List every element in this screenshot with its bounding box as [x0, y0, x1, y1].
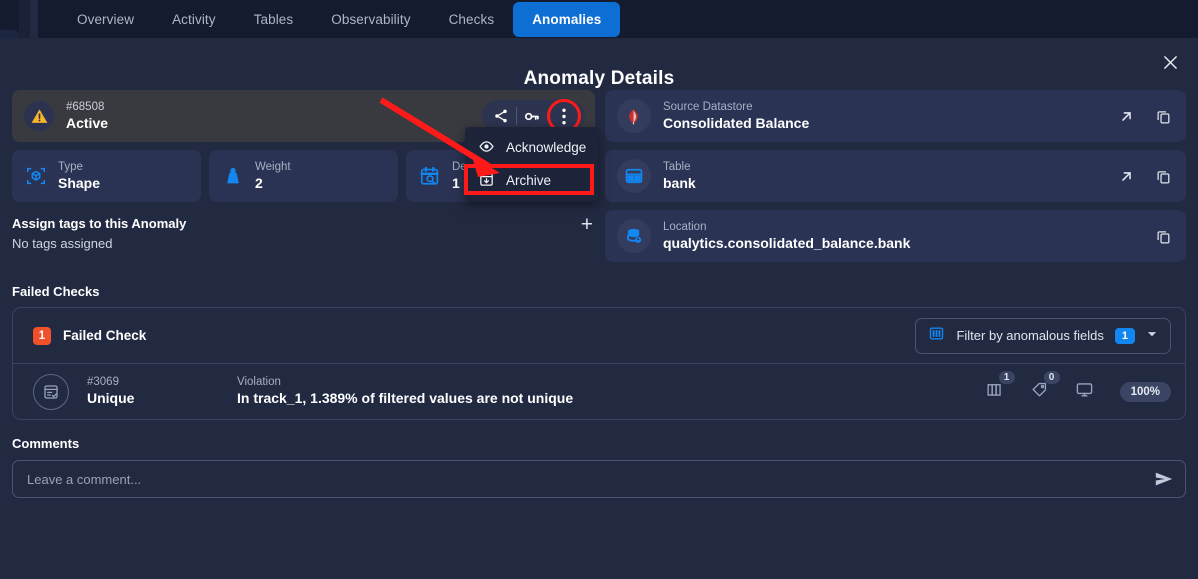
columns-icon [985, 380, 1004, 404]
close-icon[interactable] [1158, 50, 1182, 74]
copy-icon[interactable] [1155, 108, 1172, 125]
menu-item-acknowledge[interactable]: Acknowledge [465, 131, 598, 164]
modal-header: Anomaly Details [0, 38, 1198, 90]
check-id: #3069 [87, 376, 119, 389]
page-title: Anomaly Details [523, 68, 675, 89]
info-label: Location [662, 220, 707, 233]
info-text-table: Table bank [663, 161, 696, 191]
filter-anomalous-fields-button[interactable]: Filter by anomalous fields 1 [915, 317, 1171, 354]
meta-tags-count: 0 [1043, 370, 1060, 384]
filter-count-badge: 1 [1114, 327, 1135, 344]
main-tab-bar: Overview Activity Tables Observability C… [38, 0, 1198, 38]
metric-label: Type [58, 161, 83, 174]
violation-label: Violation [237, 376, 281, 389]
check-rule-name: Unique [87, 390, 135, 406]
info-value: bank [662, 174, 696, 191]
rail-gap [19, 0, 30, 38]
meta-monitor[interactable] [1075, 380, 1094, 404]
meta-tags[interactable]: 0 [1030, 370, 1060, 404]
check-id-column: #3069 Unique [87, 376, 237, 407]
open-external-icon[interactable] [1118, 108, 1135, 125]
metric-value: 2 [255, 174, 263, 191]
copy-icon[interactable] [1155, 168, 1172, 185]
info-card-table: Table bank [604, 150, 1186, 202]
failed-check-summary-label: Failed Check [63, 328, 147, 343]
quality-percent-badge: 100% [1119, 381, 1171, 402]
plus-icon[interactable]: + [581, 214, 593, 235]
meta-fields[interactable]: 1 [985, 370, 1015, 404]
chevron-down-icon [1146, 327, 1158, 345]
violation-text: In track_1, 1.389% of filtered values ar… [237, 390, 574, 406]
info-text-source-datastore: Source Datastore Consolidated Balance [663, 101, 809, 131]
tags-section: Assign tags to this Anomaly No tags assi… [12, 214, 595, 251]
modal-content: #68508 Active Type Shape Weight 2 1 Assi… [0, 90, 1198, 498]
info-actions [1118, 108, 1172, 125]
failed-checks-summary-row: 1 Failed Check Filter by anomalous field… [13, 308, 1185, 363]
comment-box[interactable] [12, 460, 1186, 498]
tab-overview[interactable]: Overview [58, 3, 153, 36]
tags-title: Assign tags to this Anomaly [12, 216, 187, 231]
kebab-dropdown-menu: Acknowledge Archive [465, 127, 598, 201]
comments-heading: Comments [12, 436, 80, 451]
open-external-icon[interactable] [1118, 168, 1135, 185]
table-grid-icon [616, 159, 651, 193]
rail-column [30, 0, 38, 38]
anomaly-details-modal: Anomaly Details #68508 Active Type Shape… [0, 38, 1198, 579]
columns-icon [928, 325, 945, 347]
archive-icon [478, 171, 495, 191]
filter-label: Filter by anomalous fields [956, 328, 1104, 343]
info-label: Source Datastore [662, 100, 753, 113]
failed-checks-panel: 1 Failed Check Filter by anomalous field… [12, 307, 1186, 420]
tab-tables[interactable]: Tables [235, 3, 313, 36]
tag-icon [1030, 380, 1049, 404]
tags-empty-text: No tags assigned [12, 236, 113, 251]
info-actions [1155, 228, 1172, 245]
mongodb-leaf-icon [616, 99, 651, 133]
weight-icon [222, 165, 244, 187]
comment-input[interactable] [27, 471, 1145, 487]
tab-checks[interactable]: Checks [430, 3, 514, 36]
info-card-location: Location qualytics.consolidated_balance.… [604, 210, 1186, 262]
check-rule-icon [33, 373, 69, 410]
metric-card-type: Type Shape [12, 150, 201, 202]
info-card-source-datastore: Source Datastore Consolidated Balance [604, 90, 1186, 142]
metric-text-weight: Weight 2 [255, 161, 291, 190]
right-column: Source Datastore Consolidated Balance Ta… [604, 90, 1186, 270]
send-icon[interactable] [1145, 469, 1175, 489]
warning-triangle-icon [24, 101, 54, 131]
calendar-search-icon [419, 165, 441, 187]
menu-item-label: Acknowledge [506, 140, 587, 155]
info-label: Table [662, 160, 691, 173]
failed-check-count-badge: 1 [33, 326, 51, 345]
status-badge: Active [66, 114, 109, 131]
info-text-location: Location qualytics.consolidated_balance.… [663, 221, 910, 251]
failed-checks-heading: Failed Checks [12, 284, 100, 299]
top-columns: #68508 Active Type Shape Weight 2 1 Assi… [0, 90, 1198, 270]
menu-item-archive[interactable]: Archive [465, 164, 598, 197]
tab-observability[interactable]: Observability [312, 3, 429, 36]
database-location-icon [616, 219, 651, 253]
metric-card-weight: Weight 2 [209, 150, 398, 202]
tab-anomalies[interactable]: Anomalies [513, 1, 621, 37]
info-value: Consolidated Balance [662, 114, 810, 131]
meta-fields-count: 1 [998, 370, 1015, 384]
violation-column: Violation In track_1, 1.389% of filtered… [237, 376, 573, 407]
copy-icon[interactable] [1155, 228, 1172, 245]
metric-label: Weight [255, 161, 291, 174]
anomaly-id: #68508 [66, 101, 105, 114]
monitor-icon [1075, 380, 1094, 404]
tab-activity[interactable]: Activity [153, 3, 235, 36]
metric-value: Shape [58, 174, 101, 191]
status-texts: #68508 Active [66, 101, 108, 130]
metric-text-type: Type Shape [58, 161, 100, 190]
info-actions [1118, 168, 1172, 185]
row-meta-group: 1 0 100% [985, 370, 1171, 404]
shape-cube-icon [25, 165, 47, 187]
table-row[interactable]: #3069 Unique Violation In track_1, 1.389… [13, 363, 1185, 419]
info-value: qualytics.consolidated_balance.bank [662, 234, 911, 251]
menu-item-label: Archive [506, 173, 552, 188]
eye-icon [478, 138, 495, 158]
